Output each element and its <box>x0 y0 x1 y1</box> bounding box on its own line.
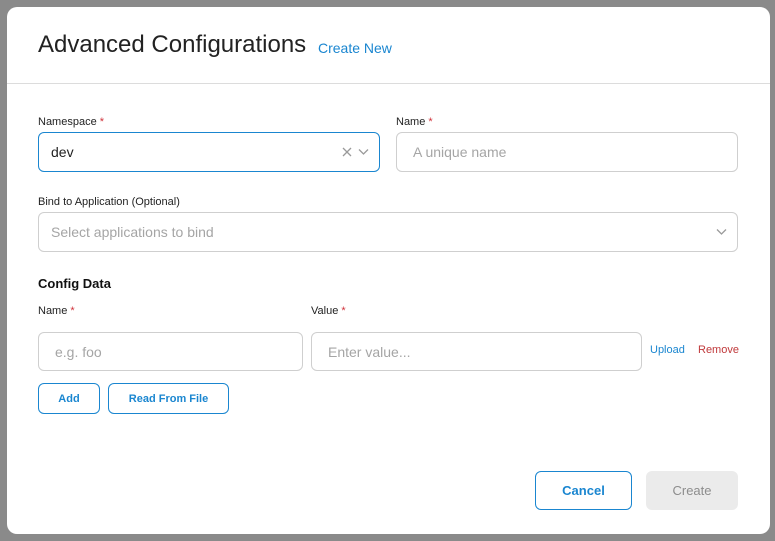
config-data-title: Config Data <box>38 276 111 291</box>
config-name-input[interactable] <box>39 333 302 370</box>
close-icon[interactable] <box>342 147 352 157</box>
advanced-configurations-dialog: Advanced Configurations Create New Names… <box>7 7 770 534</box>
namespace-label: Namespace * <box>38 116 104 128</box>
dialog-header: Advanced Configurations Create New <box>7 7 770 84</box>
create-new-link[interactable]: Create New <box>318 40 392 56</box>
name-field <box>396 132 738 172</box>
dialog-title: Advanced Configurations <box>38 31 307 58</box>
bind-application-label: Bind to Application (Optional) <box>38 196 180 208</box>
config-name-field <box>38 332 303 371</box>
config-value-required-mark: * <box>341 305 346 317</box>
chevron-down-icon <box>358 149 369 155</box>
config-name-label-text: Name <box>38 305 68 317</box>
name-required-mark: * <box>428 116 433 128</box>
name-label-text: Name <box>396 116 426 128</box>
config-value-label-text: Value <box>311 305 339 317</box>
config-name-label: Name * <box>38 305 75 317</box>
config-value-label: Value * <box>311 305 346 317</box>
config-name-required-mark: * <box>70 305 75 317</box>
add-button[interactable]: Add <box>38 383 100 414</box>
config-value-field <box>311 332 642 371</box>
namespace-value: dev <box>51 144 74 160</box>
namespace-required-mark: * <box>99 116 105 128</box>
bind-application-placeholder: Select applications to bind <box>51 224 214 240</box>
config-value-input[interactable] <box>312 333 641 370</box>
namespace-select[interactable]: dev <box>38 132 380 172</box>
cancel-button[interactable]: Cancel <box>535 471 632 510</box>
namespace-label-text: Namespace <box>38 116 97 128</box>
chevron-down-icon <box>716 229 727 235</box>
name-label: Name * <box>396 116 433 128</box>
create-button[interactable]: Create <box>646 471 738 510</box>
remove-link[interactable]: Remove <box>698 344 739 356</box>
name-input[interactable] <box>397 133 737 171</box>
bind-application-select[interactable]: Select applications to bind <box>38 212 738 252</box>
read-from-file-button[interactable]: Read From File <box>108 383 229 414</box>
upload-link[interactable]: Upload <box>650 344 685 356</box>
